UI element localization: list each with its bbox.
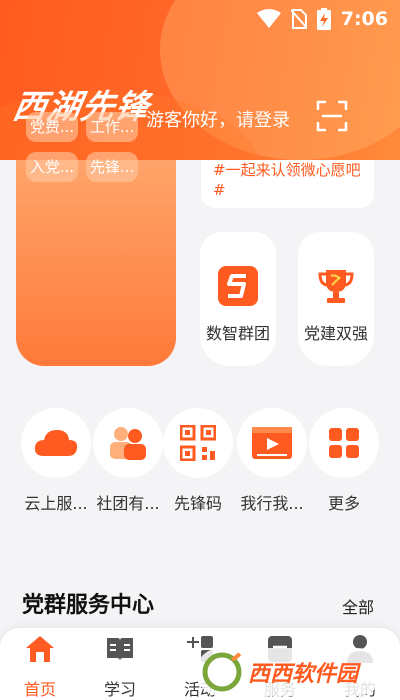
featured-card[interactable] [16, 160, 176, 366]
service-more[interactable]: 更多 [308, 408, 380, 514]
watermark: 西西软件园 [196, 648, 382, 696]
wifi-icon [256, 9, 281, 28]
status-bar: 7:06 [256, 6, 388, 32]
chip-party-fee[interactable]: 党费... [26, 112, 78, 142]
book-icon [107, 638, 133, 661]
topic-text: #一起来认领微心愿吧# [213, 161, 361, 199]
battery-charging-icon [316, 8, 331, 30]
service-icon-circle [93, 408, 163, 478]
service-label: 先锋码 [173, 494, 222, 513]
chip-work[interactable]: 工作... [86, 112, 138, 142]
service-clubs[interactable]: 社团有... [92, 408, 164, 514]
service-label: 云上服... [24, 494, 88, 513]
topic-card[interactable]: #一起来认领微心愿吧# [201, 160, 374, 208]
scan-icon[interactable] [316, 100, 348, 132]
trophy-icon [318, 270, 354, 303]
tab-study[interactable]: 学习 [90, 634, 150, 700]
service-icon-circle [163, 408, 233, 478]
people-icon [110, 427, 146, 460]
home-icon [26, 636, 54, 662]
watermark-logo-icon [202, 652, 242, 692]
tile-digital-group[interactable]: 数智群团 [200, 232, 276, 366]
service-video[interactable]: 我行我... [236, 408, 308, 514]
section-title: 党群服务中心 [22, 593, 155, 618]
service-label: 我行我... [240, 494, 304, 513]
qr-code-icon [180, 425, 216, 461]
cloud-icon [34, 430, 78, 456]
service-label: 社团有... [96, 494, 160, 513]
watermark-text: 西西软件园 [248, 662, 359, 687]
clock: 7:06 [340, 8, 388, 30]
s-logo-icon [218, 266, 258, 306]
service-icon-circle [237, 408, 307, 478]
chip-pioneer[interactable]: 先锋... [86, 152, 138, 182]
service-icon-circle [21, 408, 91, 478]
login-greeting[interactable]: 游客你好，请登录 [146, 106, 290, 132]
tile-party-building[interactable]: 党建双强 [298, 232, 374, 366]
service-label: 更多 [327, 494, 360, 513]
view-all-link[interactable]: 全部 [342, 594, 374, 618]
tile-label: 党建双强 [303, 324, 368, 343]
chip-join-party[interactable]: 入党... [26, 152, 78, 182]
tab-label: 学习 [103, 680, 136, 699]
tile-label: 数智群团 [205, 324, 270, 343]
service-cloud[interactable]: 云上服... [20, 408, 92, 514]
tab-home[interactable]: 首页 [10, 634, 70, 700]
video-icon [252, 427, 292, 459]
grid-icon [329, 428, 359, 458]
service-pioneer-code[interactable]: 先锋码 [162, 408, 234, 514]
service-icon-circle [309, 408, 379, 478]
no-sim-icon [290, 9, 307, 29]
tab-label: 首页 [23, 680, 56, 699]
